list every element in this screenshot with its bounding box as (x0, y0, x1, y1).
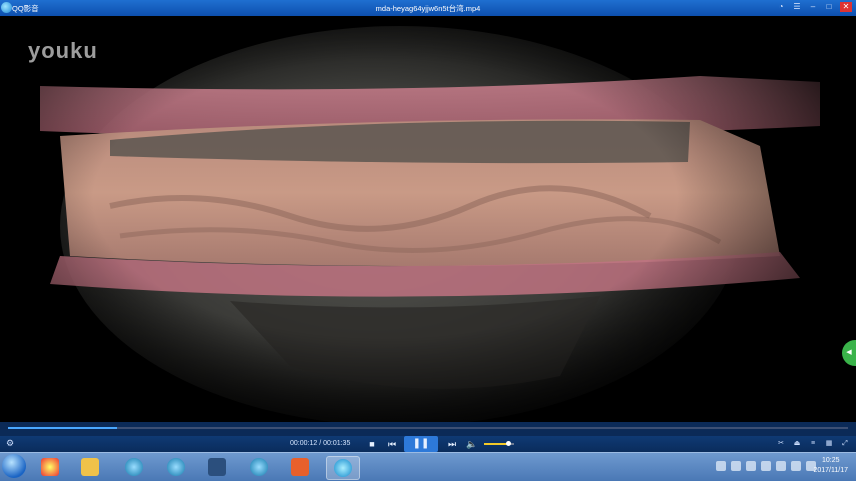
previous-button[interactable]: ⏮ (386, 438, 398, 450)
volume-slider[interactable] (484, 441, 514, 446)
taskbar: 10:25 2017/11/17 (0, 452, 856, 481)
time-display: 00:00:12 / 00:01:35 (290, 440, 351, 447)
network-icon[interactable] (776, 461, 786, 471)
seek-track[interactable] (8, 427, 848, 429)
taskbar-app-explorer[interactable] (74, 456, 106, 478)
presentation-icon (291, 458, 309, 476)
volume-knob[interactable] (506, 441, 511, 446)
tray-icon[interactable] (716, 461, 726, 471)
minimize-icon[interactable]: – (808, 2, 818, 12)
title-bar: QQ影音 mda-heyag64yjjw6n5t台湾.mp4 ◔ ☰ – □ ✕ (0, 0, 856, 16)
close-icon[interactable]: ✕ (840, 2, 852, 12)
flag-icon[interactable] (746, 461, 756, 471)
pause-button[interactable]: ❚❚ (404, 436, 438, 452)
stop-button[interactable]: ■ (366, 438, 378, 450)
security-icon[interactable] (791, 461, 801, 471)
taskbar-app-media[interactable] (201, 456, 233, 478)
taskbar-app-ie-2[interactable] (160, 456, 192, 478)
video-image (0, 16, 856, 422)
next-button[interactable]: ⏭ (446, 438, 458, 450)
battery-icon[interactable] (731, 461, 741, 471)
menu-icon[interactable]: ☰ (792, 2, 802, 12)
volume-fill (484, 443, 508, 445)
youku-watermark: youku (28, 38, 98, 63)
fullscreen-icon[interactable]: ⤢ (840, 439, 850, 449)
colorful-app-icon (41, 458, 59, 476)
start-button-icon[interactable] (2, 454, 26, 478)
seek-fill (8, 427, 118, 429)
previous-icon: ⏮ (387, 439, 397, 449)
window-controls: ◔ ☰ – □ ✕ (776, 2, 852, 12)
taskbar-app-1[interactable] (34, 456, 66, 478)
taskbar-app-ie[interactable] (118, 456, 150, 478)
clock-time: 10:25 (821, 457, 840, 464)
qq-player-icon (334, 459, 352, 477)
playlist-icon[interactable]: ≡ (808, 439, 818, 449)
volume-button[interactable]: 🔈 (466, 438, 478, 450)
seek-bar[interactable] (0, 422, 856, 436)
film-icon (208, 458, 226, 476)
internet-explorer-icon (250, 458, 268, 476)
video-frame[interactable]: youku ◀ (0, 16, 856, 422)
system-tray (716, 461, 816, 471)
tools-icon[interactable]: ✂ (776, 439, 786, 449)
right-tools: ✂ ⏏ ≡ ▦ ⤢ (776, 439, 850, 449)
maximize-icon[interactable]: □ (824, 2, 834, 12)
folder-icon (81, 458, 99, 476)
internet-explorer-icon (167, 458, 185, 476)
taskbar-app-ppt[interactable] (284, 456, 316, 478)
file-title: mda-heyag64yjjw6n5t台湾.mp4 (375, 4, 481, 13)
clock[interactable]: 10:25 2017/11/17 (813, 456, 848, 476)
speaker-icon: 🔈 (466, 439, 478, 449)
internet-explorer-icon (125, 458, 143, 476)
skin-icon[interactable]: ◔ (776, 2, 786, 12)
player-controls: ⚙ 00:00:12 / 00:01:35 ■ ⏮ ❚❚ ⏭ 🔈 ✂ ⏏ ≡ ▦… (0, 436, 856, 452)
layout-icon[interactable]: ▦ (824, 439, 834, 449)
eject-icon[interactable]: ⏏ (792, 439, 802, 449)
display-icon[interactable] (761, 461, 771, 471)
settings-icon[interactable]: ⚙ (6, 438, 14, 449)
taskbar-app-qq-player[interactable] (326, 456, 360, 480)
taskbar-app-ie-3[interactable] (243, 456, 275, 478)
next-icon: ⏭ (447, 439, 457, 449)
clock-date: 2017/11/17 (813, 467, 848, 474)
stop-icon: ■ (369, 439, 375, 449)
pause-icon: ❚❚ (412, 438, 430, 449)
